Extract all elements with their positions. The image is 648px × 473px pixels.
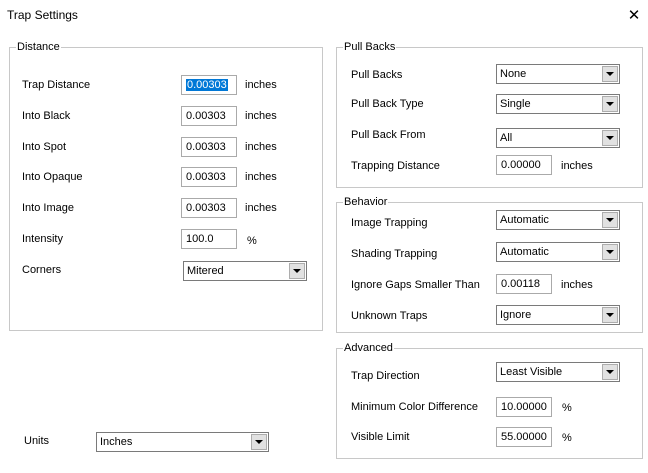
close-icon[interactable]: ✕	[620, 0, 648, 30]
into-opaque-value: 0.00303	[186, 171, 226, 183]
visible-limit-unit: %	[562, 432, 572, 444]
pull-backs-value: None	[500, 68, 527, 80]
trapping-distance-value: 0.00000	[501, 159, 541, 171]
window-title: Trap Settings	[7, 8, 78, 22]
shading-trapping-label: Shading Trapping	[351, 248, 438, 260]
shading-trapping-value: Automatic	[500, 246, 549, 258]
pull-back-type-select[interactable]: Single	[496, 94, 620, 114]
into-image-unit: inches	[245, 202, 277, 214]
min-color-diff-field[interactable]: 10.00000	[496, 397, 552, 417]
into-opaque-field[interactable]: 0.00303	[181, 167, 237, 187]
intensity-unit: %	[247, 235, 257, 247]
intensity-label: Intensity	[22, 233, 63, 245]
pullbacks-group-title: Pull Backs	[343, 41, 397, 53]
min-color-diff-label: Minimum Color Difference	[351, 401, 478, 413]
chevron-down-icon[interactable]	[289, 263, 305, 279]
ignore-gaps-value: 0.00118	[501, 278, 540, 290]
into-black-unit: inches	[245, 110, 277, 122]
pull-backs-select[interactable]: None	[496, 64, 620, 84]
unknown-traps-select[interactable]: Ignore	[496, 305, 620, 325]
trap-distance-label: Trap Distance	[22, 79, 91, 91]
into-spot-unit: inches	[245, 141, 277, 153]
into-image-label: Into Image	[22, 202, 74, 214]
into-black-value: 0.00303	[186, 110, 226, 122]
trap-direction-label: Trap Direction	[351, 370, 420, 382]
pull-back-type-value: Single	[500, 98, 531, 110]
corners-value: Mitered	[187, 265, 224, 277]
chevron-down-icon[interactable]	[602, 364, 618, 380]
into-opaque-unit: inches	[245, 171, 277, 183]
pull-backs-label: Pull Backs	[351, 69, 403, 81]
chevron-down-icon[interactable]	[602, 96, 618, 112]
image-trapping-label: Image Trapping	[351, 217, 428, 229]
chevron-down-icon[interactable]	[602, 212, 618, 228]
advanced-group-title: Advanced	[343, 342, 394, 354]
corners-label: Corners	[22, 264, 62, 276]
pull-back-from-label: Pull Back From	[351, 129, 426, 141]
min-color-diff-unit: %	[562, 402, 572, 414]
into-spot-value: 0.00303	[186, 141, 226, 153]
visible-limit-field[interactable]: 55.00000	[496, 427, 552, 447]
units-select[interactable]: Inches	[96, 432, 269, 452]
into-image-value: 0.00303	[186, 202, 226, 214]
into-spot-label: Into Spot	[22, 141, 67, 153]
corners-select[interactable]: Mitered	[183, 261, 307, 281]
into-black-label: Into Black	[22, 110, 71, 122]
visible-limit-value: 55.00000	[501, 431, 547, 443]
chevron-down-icon[interactable]	[602, 130, 618, 146]
title-bar: Trap Settings ✕	[0, 0, 648, 30]
units-value: Inches	[100, 436, 133, 448]
behavior-group-title: Behavior	[343, 196, 389, 208]
chevron-down-icon[interactable]	[251, 434, 267, 450]
image-trapping-value: Automatic	[500, 214, 549, 226]
trap-direction-select[interactable]: Least Visible	[496, 362, 620, 382]
trapping-distance-field[interactable]: 0.00000	[496, 155, 552, 175]
chevron-down-icon[interactable]	[602, 307, 618, 323]
ignore-gaps-unit: inches	[561, 279, 593, 291]
image-trapping-select[interactable]: Automatic	[496, 210, 620, 230]
ignore-gaps-label: Ignore Gaps Smaller Than	[351, 279, 480, 291]
into-black-field[interactable]: 0.00303	[181, 106, 237, 126]
shading-trapping-select[interactable]: Automatic	[496, 242, 620, 262]
trapping-distance-label: Trapping Distance	[351, 160, 440, 172]
trap-distance-field[interactable]: 0.00303	[181, 75, 237, 95]
into-spot-field[interactable]: 0.00303	[181, 137, 237, 157]
pull-back-type-label: Pull Back Type	[351, 98, 424, 110]
chevron-down-icon[interactable]	[602, 66, 618, 82]
intensity-field[interactable]: 100.0	[181, 229, 237, 249]
unknown-traps-label: Unknown Traps	[351, 310, 428, 322]
trap-distance-unit: inches	[245, 79, 277, 91]
into-opaque-label: Into Opaque	[22, 171, 83, 183]
pull-back-from-value: All	[500, 132, 513, 144]
visible-limit-label: Visible Limit	[351, 431, 410, 443]
ignore-gaps-field[interactable]: 0.00118	[496, 274, 552, 294]
intensity-value: 100.0	[186, 233, 214, 245]
trap-distance-value: 0.00303	[186, 79, 228, 91]
unknown-traps-value: Ignore	[500, 309, 532, 321]
trap-direction-value: Least Visible	[500, 366, 563, 378]
pull-back-from-select[interactable]: All	[496, 128, 620, 148]
trapping-distance-unit: inches	[561, 160, 593, 172]
min-color-diff-value: 10.00000	[501, 401, 547, 413]
distance-group-title: Distance	[16, 41, 61, 53]
chevron-down-icon[interactable]	[602, 244, 618, 260]
units-label: Units	[24, 435, 50, 447]
into-image-field[interactable]: 0.00303	[181, 198, 237, 218]
